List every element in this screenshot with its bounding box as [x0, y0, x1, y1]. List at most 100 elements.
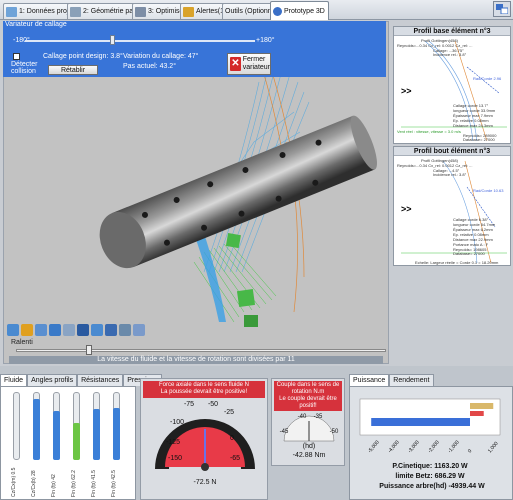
globe-icon	[273, 6, 282, 16]
profile-tip-panel: Profil bout élément n°3 Profil Gottingen…	[393, 146, 511, 266]
image-icon[interactable]	[63, 324, 75, 336]
profile-base-ratio: Rad/Corde 2.96	[473, 76, 502, 81]
profile-base-incidence: Incidence rel.: 3.8°	[433, 52, 467, 57]
profile-base-panel: Profil base élément n°3 Profil Gottingen…	[393, 26, 511, 144]
force-tick: -65	[229, 455, 241, 462]
bar-fill	[113, 408, 120, 460]
profile-base-title: Profil base élément n°3	[394, 27, 510, 36]
power-arbre-bar	[371, 418, 470, 426]
force-gauge-panel: Force axiale dans le sens fluide N La po…	[140, 378, 268, 500]
power-tick-label: 1,000	[487, 441, 500, 455]
force-title-line1: Force axiale dans le sens fluide N	[158, 382, 250, 388]
reset-view-icon[interactable]	[133, 324, 145, 336]
flow-arrow-icon: >>	[401, 204, 412, 214]
warning-icon	[183, 6, 194, 17]
couple-tick: -45	[279, 429, 289, 435]
zoom-icon[interactable]	[21, 324, 33, 336]
profile-base-database: Database= 27000	[463, 137, 495, 142]
power-tick-label: -5,000	[367, 439, 381, 454]
bar-fill	[33, 399, 40, 460]
optimize-icon	[135, 6, 146, 17]
force-tick: -100	[169, 419, 184, 426]
main-tabbar: 1: Données projet 2: Géométrie pale 3: O…	[0, 0, 513, 20]
axes-icon[interactable]	[119, 324, 131, 336]
bar-label: Fin (fp) 41.5	[91, 470, 97, 497]
tab-fluide[interactable]: Fluide	[0, 374, 28, 386]
viewport-toolbar	[7, 324, 145, 338]
couple-gauge-dial	[283, 415, 335, 442]
profile-tip-plot: Profil Gottingen(458) Reynolds=...0.34 C…	[395, 157, 509, 265]
slider-max-label: +180°	[256, 37, 275, 44]
bar-label: Cz/Cx(m) 0.5	[11, 467, 17, 497]
blade-icon	[70, 6, 81, 17]
window-toggle-button[interactable]	[493, 1, 511, 17]
power-cinetique-bar	[470, 403, 494, 409]
tab-puissance[interactable]: Puissance	[349, 374, 390, 386]
tab-resistances[interactable]: Résistances	[77, 374, 124, 386]
bottom-left-tabs: Fluide Angles profils Résistances Pressi…	[0, 374, 162, 386]
callage-slider-thumb[interactable]	[110, 35, 115, 45]
callage-design-text: Callage point design: 3.8°	[43, 53, 123, 60]
folder-icon[interactable]	[77, 324, 89, 336]
couple-title-line2: rotation N.m	[291, 389, 325, 395]
profile-tip-database: Database= 27000	[453, 251, 485, 256]
tab-prototype-3d[interactable]: Prototype 3D	[270, 1, 329, 20]
bar-label: Cz/Cx(b) 28	[31, 470, 37, 497]
detect-label: Détecter	[11, 61, 38, 68]
force-tick: -150	[167, 455, 182, 462]
retablir-button[interactable]: Rétablir	[48, 65, 98, 75]
power-betz: limite Betz: 686.29 W	[395, 473, 465, 480]
couple-title-line1: Couple dans le sens de	[276, 382, 340, 388]
bar-track	[13, 392, 20, 460]
couple-value: -42.88 Nm	[292, 452, 326, 459]
force-value: -72.5 N	[193, 479, 217, 486]
close-icon: ✕	[230, 57, 241, 71]
detect-collision-checkbox[interactable]	[13, 53, 20, 60]
power-arbre: Puissance arbre(hd) -4939.44 W	[379, 483, 485, 490]
power-cinetique: P.Cinetique: 1163.20 W	[392, 463, 468, 470]
rotate-icon[interactable]	[35, 324, 47, 336]
ralenti-note: La vitesse du fluide et la vitesse de ro…	[9, 356, 383, 364]
force-tick: -25	[223, 409, 235, 416]
profile-base-wind: Vent réel : vitesse, vitesse = 3.0 m/s	[397, 129, 461, 134]
power-tick-label: -2,000	[427, 439, 441, 454]
force-tick: -50	[207, 401, 219, 408]
force-tick: -75	[183, 401, 195, 408]
couple-gauge-title: Couple dans le sens de rotation N.m Le c…	[274, 381, 342, 411]
bar-fill	[93, 409, 100, 460]
bar-label: Fin (fp) 42	[51, 474, 57, 497]
power-tick-label: -4,000	[387, 439, 401, 454]
variateur-label: variateur	[242, 64, 270, 71]
couple-title-line3: Le couple devrait être	[279, 396, 337, 402]
profile-tip-ratio: Rad/Corde 10.63	[473, 188, 504, 193]
tab-angles-profils[interactable]: Angles profils	[27, 374, 78, 386]
ralenti-slider[interactable]	[16, 349, 386, 352]
force-gauge-title: Force axiale dans le sens fluide N La po…	[143, 381, 265, 398]
profile-base-plot: Profil Gottingen(458) Reynolds=...0.34 C…	[395, 37, 509, 142]
tab-label: Prototype 3D	[284, 7, 325, 15]
callage-slider[interactable]	[25, 40, 255, 42]
pan-icon[interactable]	[49, 324, 61, 336]
tab-rendement[interactable]: Rendement	[389, 374, 434, 386]
profile-tip-title: Profil bout élément n°3	[394, 147, 510, 156]
profile-tip-incidence: Incidence rel.: 3.8°	[433, 172, 467, 177]
bar-label: Fin (fp) 42.5	[111, 470, 117, 497]
ralenti-slider-thumb[interactable]	[86, 345, 92, 355]
pen-icon[interactable]	[105, 324, 117, 336]
fermer-variateur-button[interactable]: ✕ Fermer variateur	[227, 53, 271, 75]
bars-panel: Cz/Cx(m) 0.5 Cz/Cx(b) 28 Fin (fp) 42 Fin (f…	[0, 386, 136, 500]
project-icon	[6, 6, 17, 17]
light-icon[interactable]	[91, 324, 103, 336]
profile-tip-scale: Echelle: Largeur réelle = Corde 0.1 = 18…	[415, 260, 499, 265]
force-gauge-dial	[155, 419, 255, 471]
power-panel: -5,000 -4,000 -3,000 -2,000 -1,000 0 1,000 P.C…	[349, 386, 513, 500]
bar-fill	[53, 411, 60, 460]
power-tick-label: -3,000	[407, 439, 421, 454]
couple-tick: -50	[329, 429, 339, 435]
zoom-fit-icon[interactable]	[7, 324, 19, 336]
couple-unit: (hd)	[302, 443, 316, 450]
tab-label: 1: Données projet	[19, 8, 75, 15]
couple-gauge-panel: Couple dans le sens de rotation N.m Le c…	[271, 378, 345, 466]
variateur-panel: Variateur de callage -180° +180° Détecte…	[3, 21, 386, 77]
ralenti-label: Ralenti	[11, 339, 33, 346]
